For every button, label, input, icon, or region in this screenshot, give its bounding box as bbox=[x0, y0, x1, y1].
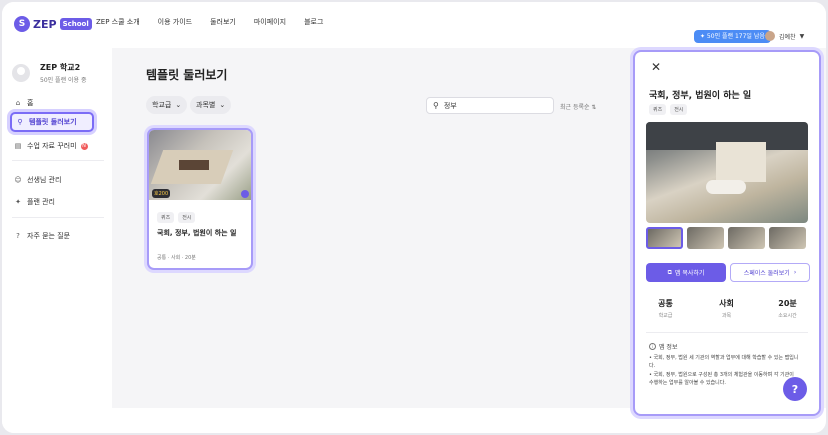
plan-status: 50인 플랜 이용 중 bbox=[40, 77, 87, 84]
sidebar-item-label: 자주 묻는 질문 bbox=[27, 232, 71, 240]
button-label: 맵 복사하기 bbox=[674, 270, 705, 277]
map-info-heading: i 맵 정보 bbox=[649, 342, 677, 351]
users-icon: ☺ bbox=[14, 176, 22, 184]
filter-label: 과목별 bbox=[196, 101, 216, 109]
sidebar: ZEP 학교2 50인 플랜 이용 중 ⌂ 홈 ⚲ 템플릿 둘러보기 ▤ 수업 … bbox=[2, 48, 112, 433]
logo-badge: School bbox=[59, 18, 92, 30]
panel-tags: 퀴즈 전시 bbox=[649, 104, 691, 115]
nav-mypage[interactable]: 마이페이지 bbox=[254, 17, 286, 27]
school-profile: ZEP 학교2 50인 플랜 이용 중 bbox=[12, 62, 86, 84]
filter-school-level[interactable]: 학교급 ⌄ bbox=[146, 96, 188, 114]
info-title: 맵 정보 bbox=[659, 344, 678, 351]
sidebar-item-templates[interactable]: ⚲ 템플릿 둘러보기 bbox=[10, 112, 94, 132]
new-badge: N bbox=[80, 142, 88, 150]
button-label: 스페이스 둘러보기 bbox=[743, 270, 790, 277]
nav-guide[interactable]: 이용 가이드 bbox=[158, 17, 192, 27]
logo-text: ZEP bbox=[33, 17, 57, 31]
help-button[interactable]: ? bbox=[783, 377, 807, 401]
top-nav: ZEP 스쿨 소개 이용 가이드 둘러보기 마이페이지 블로그 bbox=[96, 17, 341, 27]
card-meta: 공통 · 사회 · 20분 bbox=[157, 255, 196, 261]
search-box: ⚲ bbox=[426, 97, 554, 114]
user-name: 김예찬 bbox=[779, 33, 796, 41]
template-stats: 공통 학교급 사회 과목 20분 소요시간 bbox=[635, 298, 819, 319]
stat-value: 20분 bbox=[778, 299, 797, 308]
sidebar-item-label: 템플릿 둘러보기 bbox=[29, 118, 77, 126]
copy-icon: ⧉ bbox=[667, 268, 672, 276]
nav-browse[interactable]: 둘러보기 bbox=[210, 17, 236, 27]
user-avatar bbox=[765, 31, 775, 41]
search-icon: ⚲ bbox=[433, 101, 439, 110]
close-icon[interactable]: ✕ bbox=[651, 60, 661, 74]
sidebar-item-materials[interactable]: ▤ 수업 자료 꾸러미 N bbox=[14, 141, 88, 151]
sort-dropdown[interactable]: 최근 등록순 ⇅ bbox=[560, 102, 596, 111]
question-icon: ? bbox=[791, 382, 799, 396]
sidebar-item-label: 플랜 관리 bbox=[27, 198, 55, 206]
sidebar-item-home[interactable]: ⌂ 홈 bbox=[14, 98, 34, 108]
plan-remaining-badge[interactable]: ✦ 50인 플랜 177일 남음 bbox=[694, 30, 771, 43]
chevron-down-icon: ▼ bbox=[799, 32, 805, 40]
sidebar-item-teachers[interactable]: ☺ 선생님 관리 bbox=[14, 175, 61, 185]
tag-exhibit: 전시 bbox=[670, 104, 688, 115]
stat-label: 과목 bbox=[721, 313, 732, 319]
info-icon: i bbox=[649, 343, 656, 350]
info-line-2: • 국회, 정부, 법원으로 구성된 총 3개의 체험관을 이동하며 각 기관이… bbox=[649, 372, 794, 386]
tag-exhibit: 전시 bbox=[178, 212, 196, 223]
coin-badge: 호200 bbox=[152, 189, 171, 198]
logo-mark: S bbox=[14, 16, 30, 32]
document-icon: ▤ bbox=[14, 142, 22, 150]
sparkle-icon: ✦ bbox=[15, 198, 21, 206]
nav-intro[interactable]: ZEP 스쿨 소개 bbox=[96, 17, 140, 27]
zep-icon bbox=[241, 190, 249, 198]
template-detail-panel: ✕ 국회, 정부, 법원이 하는 일 퀴즈 전시 ⧉ 맵 복사하기 스페이스 둘… bbox=[633, 50, 821, 416]
browse-space-button[interactable]: 스페이스 둘러보기 › bbox=[730, 263, 810, 282]
filter-label: 학교급 bbox=[152, 101, 172, 109]
stat-value: 사회 bbox=[719, 299, 734, 308]
template-preview-image bbox=[646, 122, 808, 223]
sidebar-item-label: 선생님 관리 bbox=[27, 176, 62, 184]
thumbnail-4[interactable] bbox=[769, 227, 806, 249]
user-menu[interactable]: 김예찬 ▼ bbox=[765, 31, 804, 41]
top-header: S ZEP School ZEP 스쿨 소개 이용 가이드 둘러보기 마이페이지… bbox=[2, 2, 826, 48]
chevron-down-icon: ⌄ bbox=[219, 101, 226, 109]
sidebar-divider bbox=[12, 217, 104, 218]
chevron-down-icon: ⌄ bbox=[175, 101, 182, 109]
school-avatar bbox=[12, 64, 30, 82]
stat-label: 소요시간 bbox=[778, 313, 797, 319]
stat-label: 학교급 bbox=[658, 313, 673, 319]
card-tags: 퀴즈 전시 bbox=[157, 212, 199, 223]
tag-quiz: 퀴즈 bbox=[157, 212, 175, 223]
tag-quiz: 퀴즈 bbox=[649, 104, 667, 115]
thumbnail-3[interactable] bbox=[728, 227, 765, 249]
logo[interactable]: S ZEP School bbox=[14, 16, 92, 32]
template-card[interactable]: 호200 퀴즈 전시 국회, 정부, 법원이 하는 일 공통 · 사회 · 20… bbox=[147, 128, 253, 270]
info-line-1: • 국회, 정부, 법원 세 기관의 역할과 업무에 대해 학습할 수 있는 맵… bbox=[649, 355, 799, 369]
thumbnail-2[interactable] bbox=[687, 227, 724, 249]
filter-subject[interactable]: 과목별 ⌄ bbox=[190, 96, 232, 114]
panel-title: 국회, 정부, 법원이 하는 일 bbox=[649, 91, 752, 101]
preview-thumbnails bbox=[646, 227, 810, 249]
sidebar-item-faq[interactable]: ? 자주 묻는 질문 bbox=[14, 231, 70, 241]
sidebar-item-label: 수업 자료 꾸러미 bbox=[27, 142, 77, 150]
chevron-right-icon: › bbox=[793, 269, 797, 276]
home-icon: ⌂ bbox=[15, 99, 21, 107]
card-title: 국회, 정부, 법원이 하는 일 bbox=[157, 229, 237, 237]
stat-subject: 사회 과목 bbox=[696, 298, 757, 319]
sidebar-divider bbox=[12, 160, 104, 161]
sidebar-item-plan[interactable]: ✦ 플랜 관리 bbox=[14, 197, 55, 207]
stat-duration: 20분 소요시간 bbox=[757, 298, 818, 319]
panel-divider bbox=[646, 332, 808, 333]
stat-school-level: 공통 학교급 bbox=[635, 298, 696, 319]
search-icon: ⚲ bbox=[17, 118, 23, 126]
school-name: ZEP 학교2 bbox=[40, 63, 81, 72]
nav-blog[interactable]: 블로그 bbox=[304, 17, 323, 27]
page-title: 템플릿 둘러보기 bbox=[146, 68, 228, 82]
thumbnail-1[interactable] bbox=[646, 227, 683, 249]
app-window: S ZEP School ZEP 스쿨 소개 이용 가이드 둘러보기 마이페이지… bbox=[2, 2, 826, 433]
search-input[interactable] bbox=[443, 101, 544, 110]
stat-value: 공통 bbox=[658, 299, 673, 308]
help-circle-icon: ? bbox=[16, 232, 20, 240]
sidebar-item-label: 홈 bbox=[27, 99, 34, 107]
copy-map-button[interactable]: ⧉ 맵 복사하기 bbox=[646, 263, 726, 282]
